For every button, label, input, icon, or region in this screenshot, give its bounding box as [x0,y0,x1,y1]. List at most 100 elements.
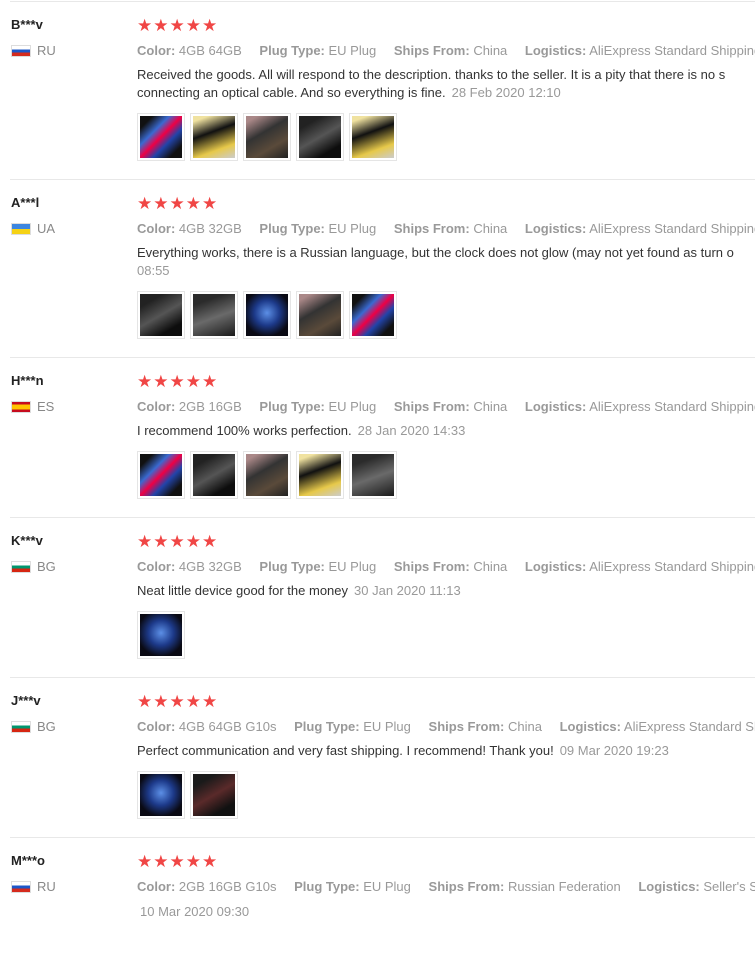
color-label: Color: [137,43,176,58]
review-content: ★★★★★ Color: 4GB 64GB Plug Type: EU Plug… [137,17,755,161]
review-text-line: I recommend 100% works perfection. [137,423,352,438]
review-photo[interactable] [296,291,344,339]
review-date: 10 Mar 2020 09:30 [140,904,250,919]
ships-value: China [473,559,508,574]
review-text-line: Received the goods. All will respond to … [137,67,726,82]
review-text-line: connecting an optical cable. And so ever… [137,85,446,100]
logistics-label: Logistics: [559,719,621,734]
color-value: 4GB 32GB [178,559,242,574]
review-photos [137,771,755,819]
reviewer-info: M***o RU [11,853,121,894]
review-content: ★★★★★ Color: 4GB 64GB G10s Plug Type: EU… [137,693,755,819]
ships-value: Russian Federation [508,879,621,894]
review-photos [137,291,755,339]
star-rating: ★★★★★ [137,194,219,213]
review-photos [137,451,755,499]
ships-label: Ships From: [428,879,505,894]
logistics-label: Logistics: [524,399,587,414]
plug-value: EU Plug [363,879,411,894]
review-photo[interactable] [243,113,291,161]
review-text-line: Perfect communication and very fast ship… [137,743,554,758]
review-photo[interactable] [190,451,238,499]
review-photo[interactable] [137,771,185,819]
plug-value: EU Plug [328,399,377,414]
order-info: Color: 2GB 16GB G10s Plug Type: EU Plug … [137,878,755,896]
review-photo[interactable] [243,291,291,339]
ships-label: Ships From: [393,221,470,236]
order-info: Color: 4GB 64GB G10s Plug Type: EU Plug … [137,718,755,736]
review-photo[interactable] [137,611,185,659]
color-label: Color: [137,221,176,236]
review-photo[interactable] [349,451,397,499]
star-rating: ★★★★★ [137,852,219,871]
star-rating: ★★★★★ [137,692,219,711]
star-rating: ★★★★★ [137,372,219,391]
review-photo[interactable] [296,113,344,161]
logistics-value: AliExpress Standard Shipping [589,221,755,236]
review-photo[interactable] [137,451,185,499]
color-label: Color: [137,879,176,894]
plug-label: Plug Type: [259,221,325,236]
order-info: Color: 4GB 64GB Plug Type: EU Plug Ships… [137,42,755,60]
reviewer-country: RU [11,43,121,58]
plug-label: Plug Type: [294,719,360,734]
logistics-value: AliExpress Standard Shippin [623,719,755,734]
country-code: RU [37,879,56,894]
review-date: 30 Jan 2020 11:13 [354,583,461,598]
plug-label: Plug Type: [294,879,360,894]
color-value: 4GB 64GB G10s [178,719,277,734]
review-photo[interactable] [137,113,185,161]
review-text: Everything works, there is a Russian lan… [137,244,755,262]
review-content: ★★★★★ Color: 2GB 16GB G10s Plug Type: EU… [137,853,755,921]
flag-ru-icon [11,880,31,893]
star-rating: ★★★★★ [137,16,219,35]
plug-label: Plug Type: [259,399,325,414]
ships-label: Ships From: [393,399,470,414]
reviewer-name: J***v [11,693,41,708]
review-photo[interactable] [296,451,344,499]
flag-es-icon [11,400,31,413]
review-photo[interactable] [190,771,238,819]
order-info: Color: 2GB 16GB Plug Type: EU Plug Ships… [137,398,755,416]
review-photo[interactable] [349,291,397,339]
review-text: Perfect communication and very fast ship… [137,742,755,760]
ships-value: China [473,43,508,58]
color-value: 4GB 64GB [178,43,242,58]
color-value: 4GB 32GB [178,221,242,236]
country-code: BG [37,559,56,574]
review-photos [137,113,755,161]
color-value: 2GB 16GB G10s [178,879,277,894]
flag-ua-icon [11,222,31,235]
logistics-label: Logistics: [524,559,587,574]
logistics-value: AliExpress Standard Shipping [589,43,755,58]
reviewer-name: A***l [11,195,40,210]
reviewer-name: H***n [11,373,44,388]
review-photos [137,611,755,659]
country-code: RU [37,43,56,58]
reviewer-country: RU [11,879,121,894]
divider [10,1,755,2]
plug-value: EU Plug [328,43,377,58]
order-info: Color: 4GB 32GB Plug Type: EU Plug Ships… [137,558,755,576]
reviewer-info: B***v RU [11,17,121,58]
reviewer-name: B***v [11,17,43,32]
plug-value: EU Plug [328,559,377,574]
divider [10,677,755,678]
reviewer-country: BG [11,559,121,574]
review-photo[interactable] [137,291,185,339]
review-photo[interactable] [190,291,238,339]
reviewer-info: A***l UA [11,195,121,236]
review-text: connecting an optical cable. And so ever… [137,84,755,102]
review-date: 08:55 [137,263,170,278]
reviewer-info: J***v BG [11,693,121,734]
reviewer-country: UA [11,221,121,236]
color-label: Color: [137,719,176,734]
color-label: Color: [137,559,176,574]
review-content: ★★★★★ Color: 4GB 32GB Plug Type: EU Plug… [137,195,755,339]
divider [10,179,755,180]
review-photo[interactable] [349,113,397,161]
review-photo[interactable] [243,451,291,499]
review-photo[interactable] [190,113,238,161]
review-text-line: Everything works, there is a Russian lan… [137,245,734,260]
country-code: BG [37,719,56,734]
